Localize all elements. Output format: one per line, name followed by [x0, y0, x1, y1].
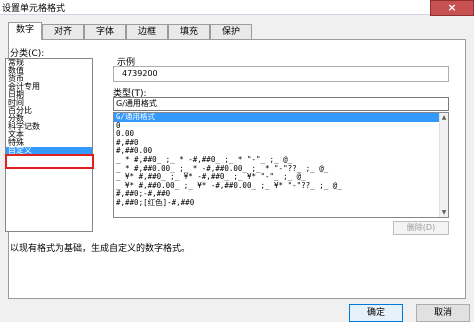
- type-input[interactable]: G/通用格式: [113, 97, 449, 111]
- format-item[interactable]: 0: [114, 121, 448, 131]
- tab-alignment[interactable]: 对齐: [42, 24, 84, 39]
- cancel-button[interactable]: 取消: [416, 304, 470, 322]
- format-list-scrollbar[interactable]: ▲ ▼: [439, 113, 448, 217]
- scroll-up-icon[interactable]: ▲: [440, 113, 448, 122]
- tab-protection[interactable]: 保护: [210, 24, 252, 39]
- delete-button[interactable]: 删除(D): [393, 221, 449, 235]
- title-bar: 设置单元格格式 ×: [0, 0, 474, 16]
- tab-fill[interactable]: 填充: [168, 24, 210, 39]
- format-item[interactable]: #,##0;[红色]-#,##0: [114, 198, 448, 208]
- format-item[interactable]: #,##0: [114, 138, 448, 148]
- tab-font[interactable]: 字体: [84, 24, 126, 39]
- close-icon: ×: [447, 1, 457, 14]
- tab-number[interactable]: 数字: [8, 22, 42, 40]
- format-item[interactable]: G/通用格式: [114, 113, 448, 122]
- category-list[interactable]: 常规 数值 货币 会计专用 日期 时间 百分比 分数 科学记数 文本 特殊 自定…: [5, 58, 93, 232]
- sample-preview: 4739200: [113, 66, 449, 82]
- format-item[interactable]: 0.00: [114, 130, 448, 139]
- tab-border[interactable]: 边框: [126, 24, 168, 39]
- category-item-custom[interactable]: 自定义: [6, 147, 92, 155]
- close-button[interactable]: ×: [430, 0, 474, 16]
- scroll-down-icon[interactable]: ▼: [440, 208, 448, 217]
- ok-button[interactable]: 确定: [349, 304, 403, 322]
- window-title: 设置单元格格式: [2, 4, 66, 14]
- description-text: 以现有格式为基础，生成自定义的数字格式。: [10, 244, 191, 254]
- format-list[interactable]: G/通用格式 0 0.00 #,##0 #,##0.00 _ * #,##0_ …: [113, 112, 449, 218]
